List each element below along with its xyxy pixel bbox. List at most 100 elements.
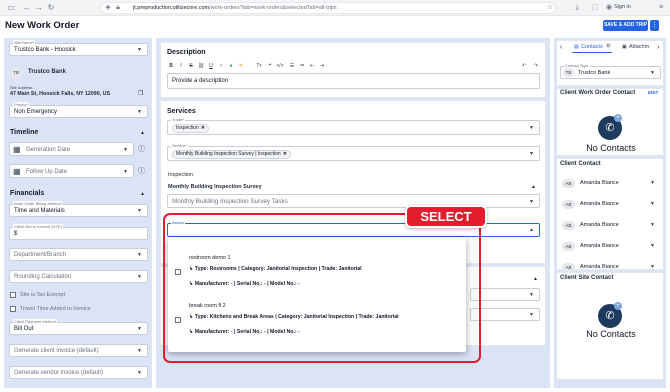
tab-prev-icon[interactable]: ‹ xyxy=(560,44,562,51)
list-item[interactable]: AB Amanda Biance ▼ xyxy=(560,198,660,210)
list-item[interactable]: AB Amanda Biance ▼ xyxy=(560,261,660,272)
sign-in-link[interactable]: Sign in xyxy=(614,4,631,10)
list-item[interactable]: AB Amanda Biance ▼ xyxy=(560,177,660,189)
no-contacts-text: No Contacts xyxy=(586,143,636,153)
department-select[interactable]: Department/Branch ▼ xyxy=(9,248,148,261)
text-size-icon[interactable]: Tт xyxy=(255,63,263,69)
page-title: New Work Order xyxy=(5,20,80,31)
list-item[interactable]: AB Amanda Biance ▼ xyxy=(560,240,660,252)
follow-up-date-field[interactable]: ▦ Follow Up Date ▼ xyxy=(9,164,134,178)
chevron-down-icon: ▼ xyxy=(137,326,142,332)
reload-icon[interactable]: ↻ xyxy=(46,3,56,13)
payment-method-select[interactable]: Client Payment Method Bill Out ▼ xyxy=(9,319,148,335)
chevron-down-icon: ▼ xyxy=(529,151,534,157)
undo-icon[interactable]: ↶ xyxy=(520,63,528,69)
chevron-down-icon: ▼ xyxy=(650,70,655,76)
service-select[interactable]: Service* Monthly Building Inspection Sur… xyxy=(167,143,540,161)
redo-icon[interactable]: ↷ xyxy=(532,63,540,69)
download-icon[interactable]: ⤓ xyxy=(572,3,582,13)
info-icon[interactable]: ⓘ xyxy=(138,144,145,154)
chevron-down-icon: ▼ xyxy=(137,252,142,258)
circle-icon[interactable]: ○ xyxy=(217,63,225,69)
italic-icon[interactable]: I xyxy=(177,63,185,69)
vendor-invoice-select[interactable]: Generate vendor invoice (default) ▼ xyxy=(9,366,148,379)
copy-icon[interactable]: ❐ xyxy=(138,90,143,97)
forward-icon[interactable]: → xyxy=(34,3,44,13)
contacts-icon: ▤ xyxy=(574,44,579,50)
tax-exempt-label: Site is Tax Exempt xyxy=(20,292,66,298)
calendar-icon: ▦ xyxy=(13,145,21,154)
bookmark-star-icon[interactable]: ☆ xyxy=(545,3,555,13)
outdent-icon[interactable]: ⇤ xyxy=(308,63,316,69)
save-and-add-trip-button[interactable]: SAVE & ADD TRIP xyxy=(603,20,648,31)
no-contacts-text: No Contacts xyxy=(586,329,636,339)
contact-type-select[interactable]: Contact Type TB Trustco Bank ▼ xyxy=(560,63,661,79)
color-dot-icon[interactable]: ● xyxy=(227,63,235,69)
menu-icon[interactable]: ≡ xyxy=(656,3,666,13)
browser-toolbar: ▭ ← → ↻ ◈ 🔒︎ jt.preproduction.utilizecor… xyxy=(0,0,670,16)
add-contact-icon[interactable]: + xyxy=(614,302,622,310)
nte-input[interactable]: Client Not to exceed (NTE) $ xyxy=(9,224,148,240)
tab-attachments[interactable]: ▣ Attachm xyxy=(620,42,656,53)
tab-next-icon[interactable]: › xyxy=(657,44,659,51)
extensions-icon[interactable]: ⬚ xyxy=(590,3,600,13)
tab-contacts[interactable]: ▤ Contacts 0 xyxy=(572,42,612,53)
code-icon[interactable]: </> xyxy=(276,63,284,69)
annotation-highlight-box xyxy=(163,213,481,363)
info-icon[interactable]: ⓘ xyxy=(138,166,145,176)
description-card: Description xyxy=(160,42,546,98)
chevron-down-icon: ▼ xyxy=(529,199,534,205)
collapse-icon[interactable]: ▲ xyxy=(533,276,538,282)
chevron-down-icon: ▼ xyxy=(650,180,655,186)
site-address-value: 47 Main St, Hoosick Falls, NY 12090, US xyxy=(10,91,110,97)
remove-chip-icon[interactable]: ✕ xyxy=(201,125,205,131)
billing-method-select[interactable]: Work Order Billing Method Time and Mater… xyxy=(9,201,148,217)
bullet-list-icon[interactable]: ☰ xyxy=(288,63,296,69)
priority-select[interactable]: Priority* Non Emergency ▼ xyxy=(9,102,148,118)
edit-contacts-link[interactable]: EDIT xyxy=(648,90,658,95)
chevron-down-icon: ▼ xyxy=(137,109,142,115)
quote-icon[interactable]: ❝ xyxy=(266,63,274,69)
travel-time-checkbox[interactable] xyxy=(10,306,16,312)
shield-icon: ◈ xyxy=(105,4,111,11)
back-icon[interactable]: ← xyxy=(22,3,32,13)
remove-chip-icon[interactable]: ✕ xyxy=(283,151,287,157)
left-panel: Site Name* Trustco Bank - Hoosick ▼ TB T… xyxy=(4,38,152,388)
chevron-down-icon: ▼ xyxy=(529,292,534,298)
chevron-down-icon: ▼ xyxy=(529,312,534,318)
contact-type-avatar: TB xyxy=(563,68,574,77)
highlight-icon[interactable]: ✎ xyxy=(237,63,245,69)
client-invoice-select[interactable]: Generate client invoice (default) ▼ xyxy=(9,344,148,357)
address-bar[interactable]: ◈ 🔒︎ jt.preproduction.utilizecore.com/wo… xyxy=(100,2,556,14)
financials-section-title: Financials xyxy=(10,190,45,197)
survey-title: Monthly Building Inspection Survey xyxy=(168,184,262,190)
chevron-down-icon: ▼ xyxy=(137,370,142,376)
strike-icon[interactable]: S xyxy=(187,63,195,69)
chevron-down-icon: ▼ xyxy=(137,274,142,280)
chevron-down-icon: ▼ xyxy=(123,147,128,153)
tax-exempt-checkbox[interactable] xyxy=(10,292,16,298)
more-options-button[interactable]: ⋮ xyxy=(650,20,659,31)
chevron-down-icon: ▼ xyxy=(650,201,655,207)
page-header: New Work Order SAVE & ADD TRIP ⋮ xyxy=(0,16,670,36)
collapse-timeline-icon[interactable]: ▲ xyxy=(140,130,145,136)
calendar-icon: ▦ xyxy=(13,167,21,176)
add-contact-icon[interactable]: + xyxy=(614,114,622,122)
indent-icon[interactable]: ⇥ xyxy=(318,63,326,69)
trade-select[interactable]: Trade* Inspection ✕ ▼ xyxy=(167,117,540,135)
chevron-down-icon: ▼ xyxy=(650,243,655,249)
sidebar-toggle-icon[interactable]: ▭ xyxy=(6,3,16,13)
underline-icon[interactable]: U xyxy=(207,63,215,69)
link-icon[interactable]: ⛓ xyxy=(197,63,205,69)
collapse-survey-icon[interactable]: ▲ xyxy=(531,184,536,190)
generation-date-field[interactable]: ▦ Generation Date ▼ xyxy=(9,142,134,156)
chevron-down-icon: ▼ xyxy=(137,47,142,53)
account-icon[interactable]: ◉ xyxy=(604,3,614,13)
list-item[interactable]: AB Amanda Biance ▼ xyxy=(560,219,660,231)
collapse-financials-icon[interactable]: ▲ xyxy=(140,191,145,197)
numbered-list-icon[interactable]: ≔ xyxy=(298,63,306,69)
description-input[interactable]: Provide a description xyxy=(167,73,540,89)
bold-icon[interactable]: B xyxy=(167,63,175,69)
site-name-select[interactable]: Site Name* Trustco Bank - Hoosick ▼ xyxy=(9,40,148,56)
rounding-select[interactable]: Rounding Calculation ▼ xyxy=(9,270,148,283)
